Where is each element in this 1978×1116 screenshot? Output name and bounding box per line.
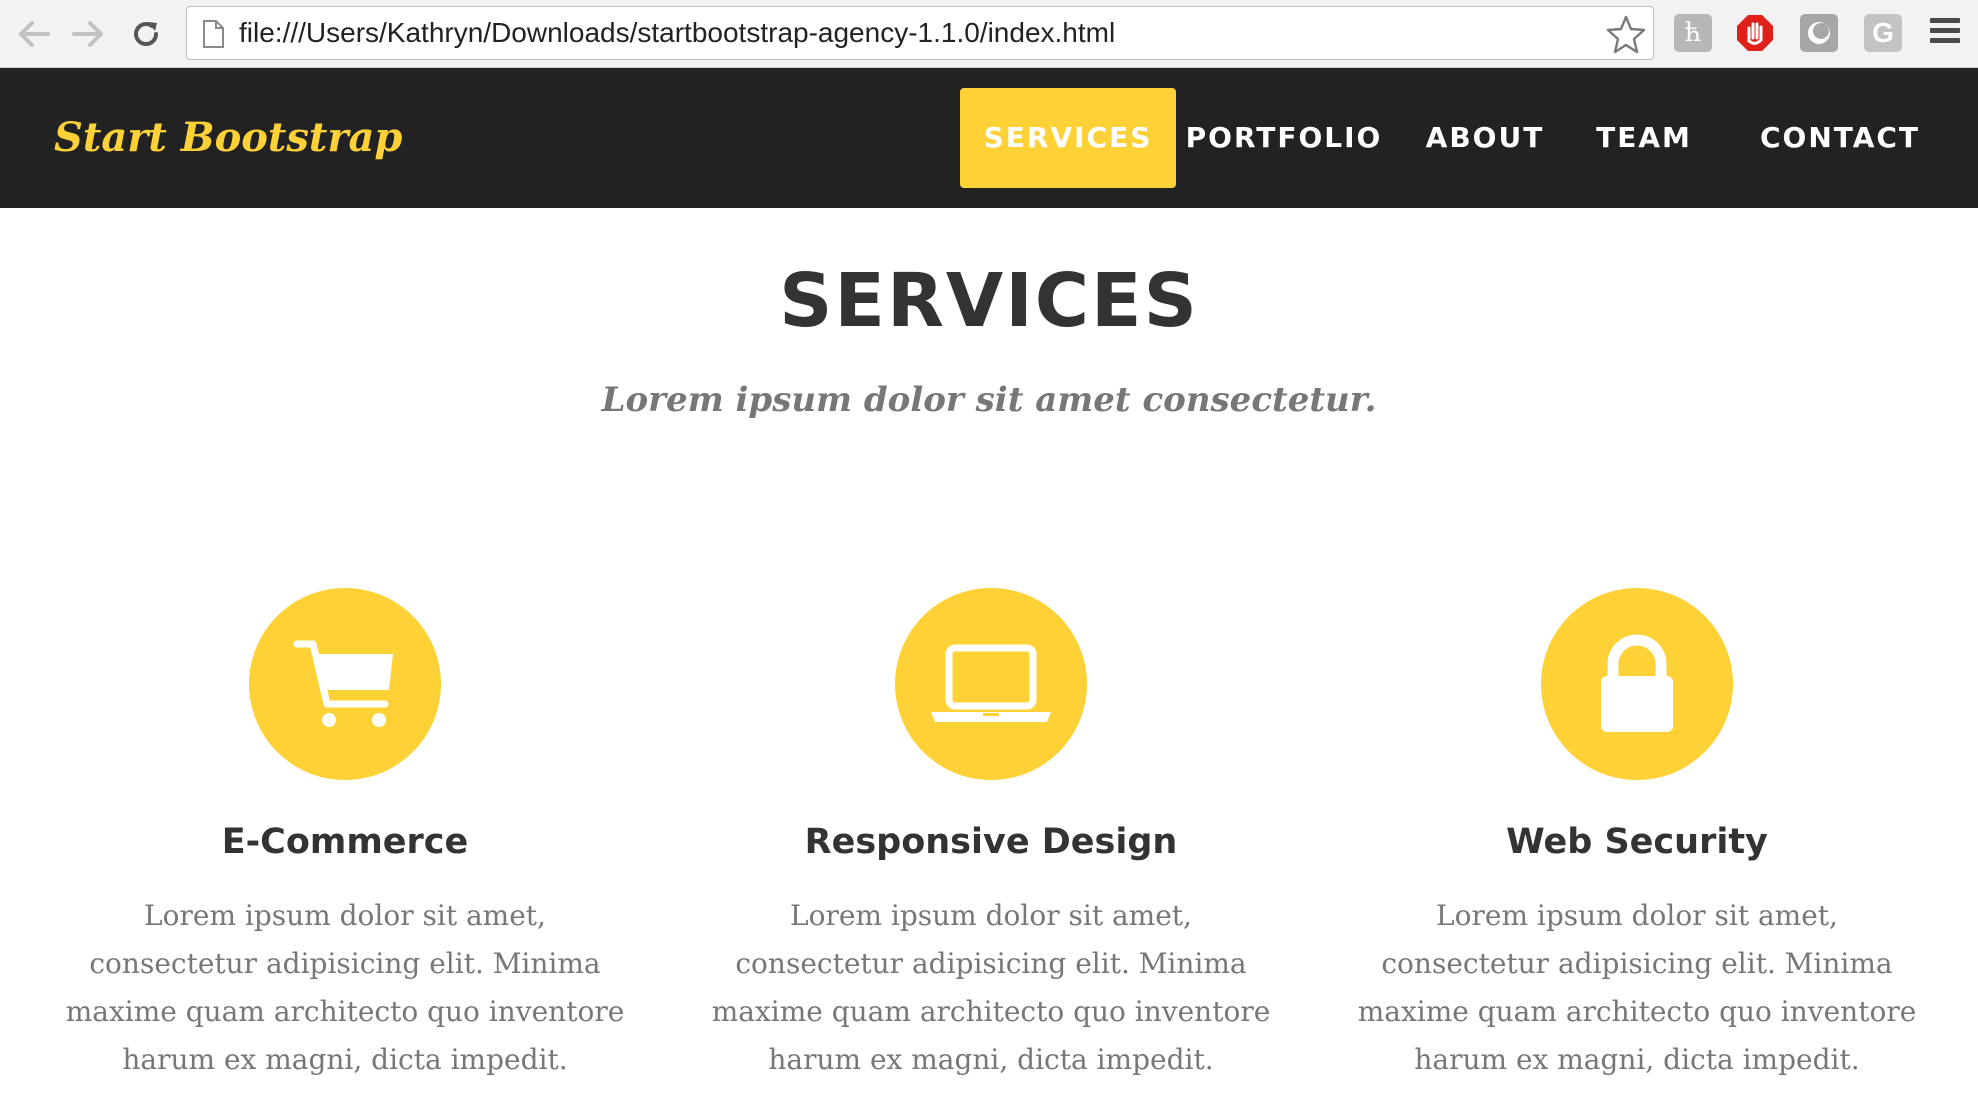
nav-link-services[interactable]: SERVICES — [960, 88, 1176, 188]
address-bar[interactable]: file:///Users/Kathryn/Downloads/startboo… — [186, 6, 1654, 60]
hootsuite-letter: ћ — [1684, 18, 1702, 48]
browser-toolbar: file:///Users/Kathryn/Downloads/startboo… — [0, 0, 1978, 68]
service-responsive-design: Responsive Design Lorem ipsum dolor sit … — [668, 588, 1314, 1084]
lock-icon — [1601, 634, 1673, 732]
shopping-cart-icon — [293, 640, 393, 727]
forward-button[interactable] — [66, 12, 110, 56]
url-text[interactable]: file:///Users/Kathryn/Downloads/startboo… — [239, 7, 1115, 59]
bubble-icon — [1808, 22, 1830, 44]
section-subheading: Lorem ipsum dolor sit amet consectetur. — [601, 380, 1377, 420]
service-title: Web Security — [1506, 822, 1768, 862]
facebook-extension-icon[interactable] — [1800, 14, 1838, 52]
service-icon-circle — [1541, 588, 1733, 780]
service-title: E-Commerce — [221, 822, 469, 862]
back-button[interactable] — [12, 12, 56, 56]
service-description: Lorem ipsum dolor sit amet, consectetur … — [711, 899, 1271, 1076]
reload-icon — [134, 22, 158, 46]
page-icon — [203, 20, 224, 48]
adblock-hand-icon — [1737, 15, 1773, 51]
adblock-icon[interactable] — [1736, 14, 1774, 52]
service-icon-circle — [249, 588, 441, 780]
browser-menu-icon[interactable] — [1930, 18, 1962, 48]
grammarly-letter: G — [1872, 17, 1894, 48]
laptop-icon — [931, 644, 1051, 722]
nav-link-contact[interactable]: CONTACT — [1730, 88, 1950, 188]
site-navbar: Start Bootstrap SERVICES PORTFOLIO ABOUT… — [0, 68, 1978, 208]
service-web-security: Web Security Lorem ipsum dolor sit amet,… — [1314, 588, 1960, 1084]
service-title: Responsive Design — [804, 822, 1178, 862]
brand-logo[interactable]: Start Bootstrap — [54, 106, 402, 170]
arrow-right-icon — [72, 21, 103, 47]
service-icon-circle — [895, 588, 1087, 780]
hootsuite-icon[interactable]: ћ — [1674, 14, 1712, 52]
bookmark-star-icon[interactable] — [1605, 13, 1647, 55]
nav-link-team[interactable]: TEAM — [1584, 88, 1704, 188]
section-heading: SERVICES — [779, 258, 1199, 344]
nav-link-portfolio[interactable]: PORTFOLIO — [1184, 88, 1384, 188]
service-description: Lorem ipsum dolor sit amet, consectetur … — [1357, 899, 1917, 1076]
reload-button[interactable] — [124, 12, 168, 56]
service-description: Lorem ipsum dolor sit amet, consectetur … — [65, 899, 625, 1076]
arrow-left-icon — [19, 21, 50, 47]
grammarly-icon[interactable]: G — [1864, 14, 1902, 52]
service-ecommerce: E-Commerce Lorem ipsum dolor sit amet, c… — [22, 588, 668, 1084]
nav-link-about[interactable]: ABOUT — [1410, 88, 1560, 188]
